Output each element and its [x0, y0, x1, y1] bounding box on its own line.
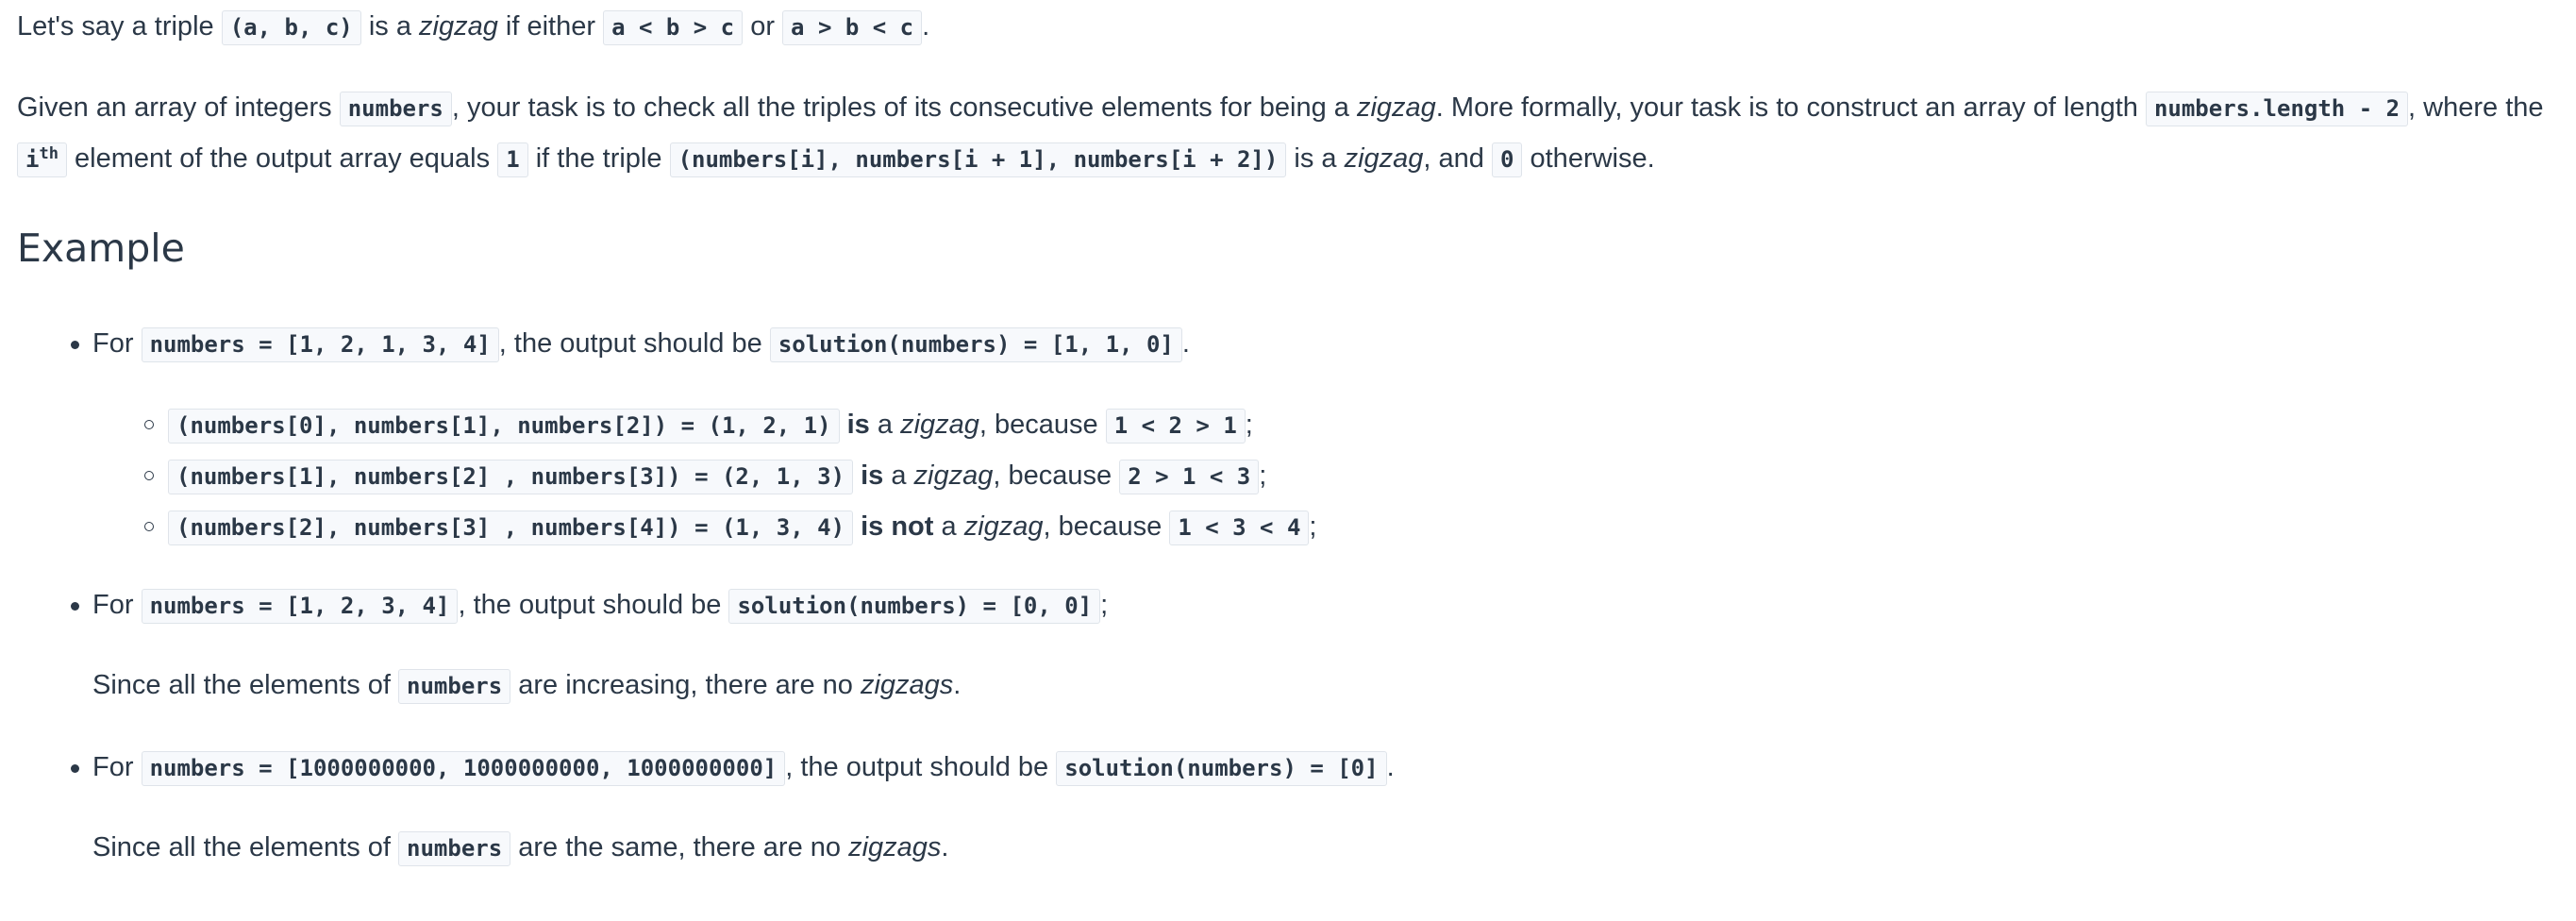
- task-line-1: Given an array of integers numbers, your…: [17, 91, 2544, 126]
- example-text: For: [92, 328, 134, 359]
- example-3-output: solution(numbers) = [0]: [1056, 751, 1387, 786]
- superscript-th: th: [39, 144, 59, 163]
- sub-text: ;: [1259, 460, 1267, 491]
- intro-text: .: [922, 11, 930, 42]
- task-text: Given an array of integers: [17, 92, 332, 123]
- sub-code: (numbers[0], numbers[1], numbers[2]) = (…: [168, 409, 840, 444]
- code-condition-1: a < b > c: [603, 10, 744, 45]
- task-line-2: ith element of the output array equals 1…: [17, 142, 1655, 177]
- example-1-sub-2: (numbers[1], numbers[2] , numbers[3]) = …: [168, 459, 1266, 494]
- example-2-note: Since all the elements of numbers are in…: [92, 668, 961, 704]
- zigzag-term: zigzags: [848, 832, 942, 862]
- example-1-line: For numbers = [1, 2, 1, 3, 4], the outpu…: [92, 327, 1190, 362]
- example-text: .: [1181, 328, 1190, 359]
- example-1-sub-3: (numbers[2], numbers[3] , numbers[4]) = …: [168, 510, 1316, 545]
- sub-reason: 1 < 3 < 4: [1169, 511, 1310, 545]
- sub-reason: 1 < 2 > 1: [1105, 409, 1246, 444]
- sub-verdict: is: [861, 460, 884, 491]
- example-text: , the output should be: [785, 752, 1049, 782]
- task-text: . More formally, your task is to constru…: [1435, 92, 2138, 123]
- intro-text: or: [750, 11, 775, 42]
- intro-line: Let's say a triple (a, b, c) is a zigzag…: [17, 9, 929, 45]
- sub-verdict: is not: [861, 511, 934, 542]
- task-text: , your task is to check all the triples …: [451, 92, 1349, 123]
- zigzag-term: zigzag: [913, 460, 994, 491]
- code-numbers: numbers: [398, 669, 511, 704]
- intro-text: Let's say a triple: [17, 11, 214, 42]
- code-triple-index: (numbers[i], numbers[i + 1], numbers[i +…: [669, 142, 1287, 177]
- sub-text: a: [877, 410, 894, 440]
- sub-text: ;: [1309, 511, 1317, 542]
- task-text: otherwise.: [1530, 143, 1655, 174]
- example-1-input: numbers = [1, 2, 1, 3, 4]: [141, 327, 499, 362]
- code-numbers: numbers: [339, 92, 452, 126]
- example-heading: Example: [17, 226, 185, 271]
- code-one: 1: [497, 142, 528, 177]
- example-text: For: [92, 752, 134, 782]
- note-text: are the same, there are no: [518, 832, 842, 862]
- zigzag-term: zigzag: [419, 11, 498, 42]
- task-text: , where the: [2408, 92, 2544, 123]
- example-text: For: [92, 590, 134, 620]
- note-text: are increasing, there are no: [518, 670, 853, 700]
- bullet-icon: [71, 764, 79, 773]
- note-text: Since all the elements of: [92, 832, 391, 862]
- sub-reason: 2 > 1 < 3: [1119, 460, 1260, 494]
- zigzag-term: zigzag: [963, 511, 1044, 542]
- example-text: , the output should be: [458, 590, 722, 620]
- bullet-icon: [71, 602, 79, 611]
- code-triple: (a, b, c): [221, 10, 361, 45]
- note-text: .: [941, 832, 949, 862]
- code-i: i: [25, 146, 40, 173]
- intro-text: if either: [505, 11, 596, 42]
- sub-text: , because: [1043, 511, 1163, 542]
- code-zero: 0: [1491, 142, 1523, 177]
- example-2-line: For numbers = [1, 2, 3, 4], the output s…: [92, 588, 1108, 624]
- code-length: numbers.length - 2: [2145, 92, 2409, 126]
- example-3-input: numbers = [1000000000, 1000000000, 10000…: [141, 751, 786, 786]
- zigzag-term: zigzags: [860, 670, 954, 700]
- task-text: element of the output array equals: [75, 143, 491, 174]
- sub-text: , because: [993, 460, 1112, 491]
- sub-verdict: is: [846, 410, 870, 440]
- code-ith: ith: [17, 142, 67, 177]
- example-3-note: Since all the elements of numbers are th…: [92, 830, 948, 866]
- example-3-line: For numbers = [1000000000, 1000000000, 1…: [92, 750, 1395, 786]
- sub-code: (numbers[2], numbers[3] , numbers[4]) = …: [168, 511, 854, 545]
- intro-text: is a: [368, 11, 411, 42]
- sub-text: a: [891, 460, 907, 491]
- task-text: , and: [1423, 143, 1484, 174]
- example-1-sub-1: (numbers[0], numbers[1], numbers[2]) = (…: [168, 408, 1253, 444]
- task-text: is a: [1294, 143, 1337, 174]
- example-text: .: [1386, 752, 1395, 782]
- note-text: Since all the elements of: [92, 670, 391, 700]
- sub-code: (numbers[1], numbers[2] , numbers[3]) = …: [168, 460, 854, 494]
- sub-bullet-icon: [144, 522, 154, 531]
- zigzag-term: zigzag: [900, 410, 979, 440]
- sub-text: , because: [979, 410, 1098, 440]
- zigzag-term: zigzag: [1344, 143, 1424, 174]
- problem-statement: Let's say a triple (a, b, c) is a zigzag…: [0, 0, 2576, 921]
- sub-text: ;: [1245, 410, 1253, 440]
- example-2-input: numbers = [1, 2, 3, 4]: [141, 589, 459, 624]
- code-numbers: numbers: [398, 831, 511, 866]
- example-2-output: solution(numbers) = [0, 0]: [728, 589, 1101, 624]
- example-1-output: solution(numbers) = [1, 1, 0]: [769, 327, 1182, 362]
- example-text: ;: [1100, 590, 1109, 620]
- zigzag-term: zigzag: [1356, 92, 1436, 123]
- sub-bullet-icon: [144, 471, 154, 480]
- task-text: if the triple: [535, 143, 662, 174]
- code-condition-2: a > b < c: [782, 10, 923, 45]
- sub-text: a: [941, 511, 957, 542]
- example-text: , the output should be: [498, 328, 762, 359]
- bullet-icon: [71, 341, 79, 349]
- note-text: .: [953, 670, 962, 700]
- sub-bullet-icon: [144, 420, 154, 429]
